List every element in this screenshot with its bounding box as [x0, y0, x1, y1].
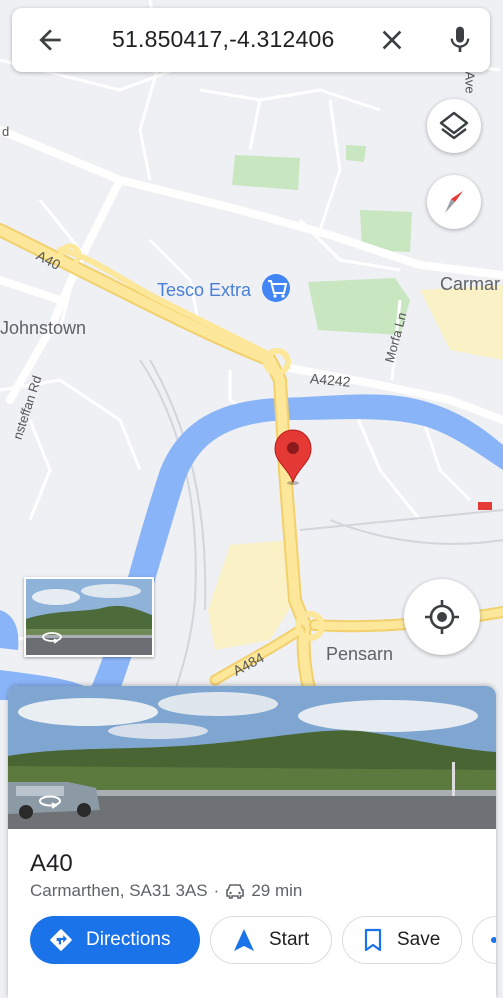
park-area	[346, 145, 366, 162]
navigation-arrow-icon	[234, 929, 254, 951]
street-view-thumbnail[interactable]	[24, 577, 154, 657]
start-button[interactable]: Start	[210, 916, 332, 964]
shopping-cart-icon	[262, 274, 290, 302]
search-bar[interactable]: 51.850417,-4.312406	[12, 8, 490, 72]
street-view-360-icon	[42, 632, 62, 644]
park-area	[232, 155, 300, 190]
place-sheet[interactable]: A40 Carmarthen, SA31 3AS · 29 min Direct…	[8, 686, 496, 998]
directions-button[interactable]: Directions	[30, 916, 200, 964]
map-label-carmarthen: Carmar	[440, 274, 501, 294]
map-label-tesco[interactable]: Tesco Extra	[157, 280, 251, 301]
place-photo[interactable]	[8, 686, 496, 829]
start-label: Start	[269, 929, 310, 950]
separator-dot: ·	[213, 881, 220, 900]
microphone-icon[interactable]	[444, 22, 476, 58]
place-address: Carmarthen, SA31 3AS	[30, 881, 208, 900]
directions-label: Directions	[86, 929, 171, 950]
road-label-d: d	[2, 124, 10, 139]
road-label-a4242: A4242	[309, 370, 352, 390]
my-location-icon	[425, 600, 459, 634]
place-subtitle: Carmarthen, SA31 3AS · 29 min	[30, 881, 302, 901]
rail-station-icon	[478, 502, 492, 510]
action-row: Directions Start Save	[30, 916, 496, 966]
directions-icon	[50, 929, 72, 951]
more-dot-icon	[491, 937, 496, 943]
close-icon[interactable]	[376, 24, 408, 56]
layers-button[interactable]	[427, 99, 481, 153]
my-location-button[interactable]	[404, 579, 480, 655]
compass-button[interactable]	[427, 175, 481, 229]
place-title: A40	[30, 850, 73, 877]
compass-icon	[445, 191, 463, 213]
map-label-pensarn: Pensarn	[326, 644, 394, 664]
car-icon	[226, 884, 245, 899]
street-view-360-icon	[39, 795, 61, 809]
map-label-johnstown: Johnstown	[0, 318, 87, 338]
save-label: Save	[397, 929, 441, 950]
search-query[interactable]: 51.850417,-4.312406	[112, 26, 335, 53]
layers-icon	[439, 111, 469, 140]
save-button[interactable]: Save	[342, 916, 462, 964]
drive-time: 29 min	[251, 881, 303, 900]
back-arrow-icon[interactable]	[34, 24, 66, 56]
more-actions-button[interactable]	[472, 916, 496, 964]
bookmark-icon	[364, 928, 382, 952]
